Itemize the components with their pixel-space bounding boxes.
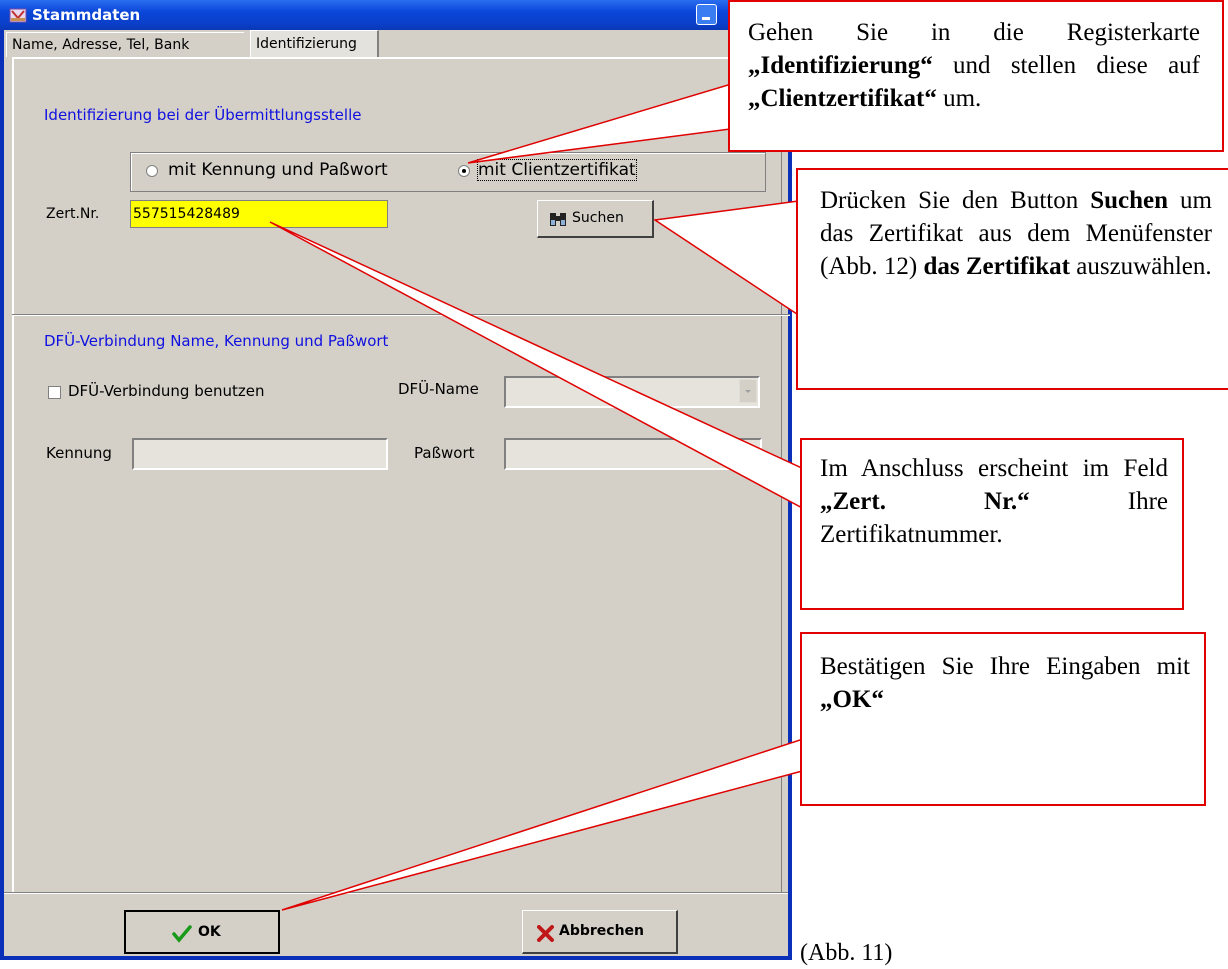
callout-tab-text-2: und stellen diese auf [932, 52, 1200, 79]
callout-ok: Bestätigen Sie Ihre Eingaben mit „OK“ [800, 632, 1206, 806]
callout-search-bold-1: Suchen [1090, 187, 1169, 214]
callout-tab-text-3: um. [936, 85, 982, 112]
callout-cert: Im Anschluss erscheint im Feld „Zert. Nr… [800, 438, 1184, 610]
callout-tab-bold-2: „Clientzertifikat“ [748, 85, 937, 112]
callout-tab-bold-1: „Identifizierung“ [748, 52, 933, 79]
callout-ok-text-1: Bestätigen Sie Ihre Eingaben mit [820, 653, 1190, 680]
callout-ok-bold-1: „OK“ [820, 686, 884, 713]
callout-tab: Gehen Sie in die Registerkarte „Identifi… [728, 0, 1224, 152]
callout-search-text-3: auszuwählen. [1070, 253, 1212, 280]
callout-cert-bold-1: „Zert. Nr.“ [820, 488, 1030, 515]
callout-cert-text-1: Im Anschluss erscheint im Feld [820, 455, 1168, 482]
callout-tab-text-1: Gehen Sie in die Registerkarte [748, 19, 1200, 46]
callout-search-text-1: Drücken Sie den Button [820, 187, 1091, 214]
callout-search: Drücken Sie den Button Suchen um das Zer… [796, 168, 1228, 390]
callout-search-bold-2: das Zertifikat [923, 253, 1070, 280]
figure-caption: (Abb. 11) [800, 940, 893, 966]
